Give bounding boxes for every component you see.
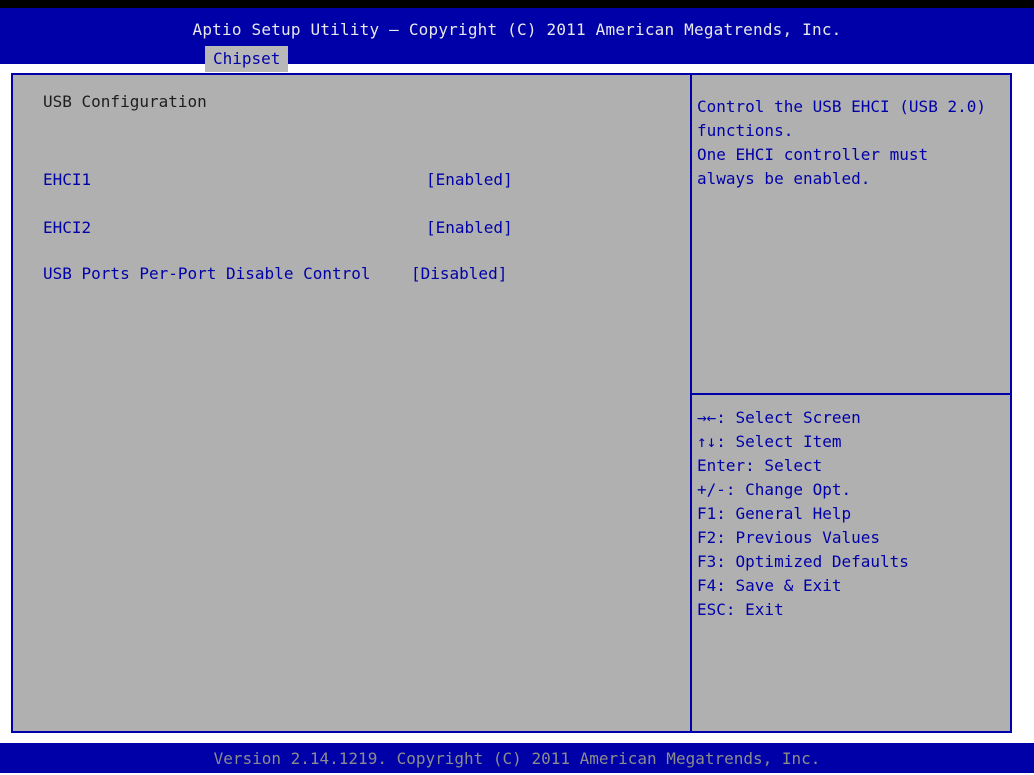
key-save-exit: F4: Save & Exit [697,576,842,595]
tab-chipset[interactable]: Chipset [205,46,289,72]
key-optimized-defaults: F3: Optimized Defaults [697,552,909,571]
option-ehci1-label[interactable]: EHCI1 [43,170,91,190]
option-usb-port-disable-value[interactable]: [Disabled] [411,264,507,284]
key-select-screen: →←: Select Screen [697,408,861,427]
option-ehci2-value[interactable]: [Enabled] [426,218,513,238]
key-change-opt: +/-: Change Opt. [697,480,852,499]
option-usb-port-disable-label[interactable]: USB Ports Per-Port Disable Control [43,264,371,284]
key-esc-exit: ESC: Exit [697,600,784,619]
header-bar: Aptio Setup Utility – Copyright (C) 2011… [0,0,1034,72]
key-general-help: F1: General Help [697,504,852,523]
help-divider [692,393,1012,395]
key-enter-select: Enter: Select [697,456,823,475]
key-legend: →←: Select Screen ↑↓: Select Item Enter:… [697,406,909,622]
section-heading: USB Configuration [43,92,207,111]
version-footer: Version 2.14.1219. Copyright (C) 2011 Am… [0,743,1034,773]
key-previous-values: F2: Previous Values [697,528,881,547]
option-ehci1-value[interactable]: [Enabled] [426,170,513,190]
key-select-item: ↑↓: Select Item [697,432,842,451]
panel-divider [690,73,692,733]
option-ehci2-label[interactable]: EHCI2 [43,218,91,238]
help-text: Control the USB EHCI (USB 2.0) functions… [697,97,986,188]
app-title: Aptio Setup Utility – Copyright (C) 2011… [192,20,842,39]
